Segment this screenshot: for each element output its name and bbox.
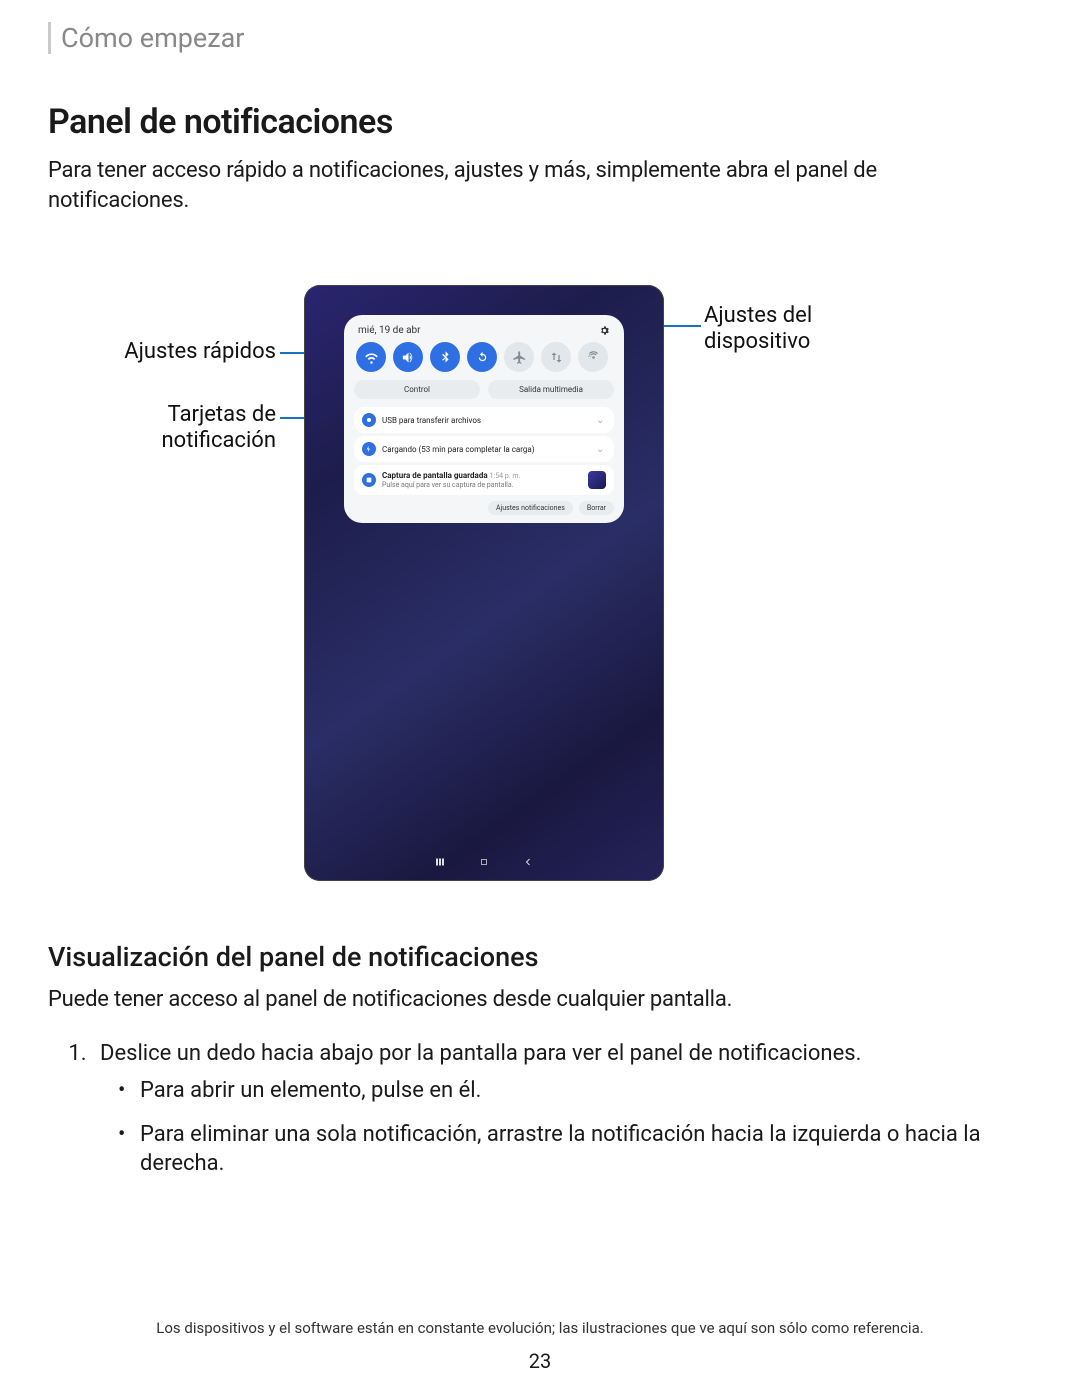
screenshot-thumbnail bbox=[588, 471, 606, 489]
recents-icon[interactable] bbox=[434, 856, 446, 871]
notification-list: USB para transferir archivos ⌄ Cargando … bbox=[354, 407, 614, 495]
notification-card[interactable]: Cargando (53 min para completar la carga… bbox=[354, 436, 614, 462]
callout-device-settings: Ajustes del dispositivo bbox=[704, 303, 904, 354]
updown-icon[interactable] bbox=[541, 342, 571, 372]
notification-title: USB para transferir archivos bbox=[382, 416, 590, 426]
device-mock: mié, 19 de abr Control Salida multimedia bbox=[304, 285, 664, 881]
breadcrumb: Cómo empezar bbox=[48, 22, 1020, 54]
body-paragraph: Puede tener acceso al panel de notificac… bbox=[48, 985, 1020, 1015]
notification-card[interactable]: USB para transferir archivos ⌄ bbox=[354, 407, 614, 433]
steps-list: Deslice un dedo hacia abajo por la panta… bbox=[92, 1041, 1020, 1179]
panel-date: mié, 19 de abr bbox=[358, 325, 421, 336]
notification-panel-figure: Ajustes rápidos Tarjetas de notificación… bbox=[64, 285, 1004, 885]
notification-title: Captura de pantalla guardada bbox=[382, 471, 488, 480]
usb-icon bbox=[362, 413, 376, 427]
bullet-item: Para abrir un elemento, pulse en él. bbox=[136, 1076, 1020, 1106]
sound-icon[interactable] bbox=[393, 342, 423, 372]
airplane-icon[interactable] bbox=[504, 342, 534, 372]
chevron-down-icon: ⌄ bbox=[596, 444, 606, 455]
home-icon[interactable] bbox=[478, 856, 490, 871]
subheading: Visualización del panel de notificacione… bbox=[48, 941, 1020, 973]
notification-subtitle: Pulse aquí para ver su captura de pantal… bbox=[382, 481, 582, 489]
wifi-icon[interactable] bbox=[356, 342, 386, 372]
screenshot-icon bbox=[362, 473, 376, 487]
bullet-item: Para eliminar una sola notificación, arr… bbox=[136, 1120, 1020, 1179]
segment-media[interactable]: Salida multimedia bbox=[488, 380, 614, 399]
callout-quick-settings: Ajustes rápidos bbox=[64, 339, 276, 364]
bluetooth-icon[interactable] bbox=[430, 342, 460, 372]
notification-title: Cargando (53 min para completar la carga… bbox=[382, 445, 590, 455]
notification-panel: mié, 19 de abr Control Salida multimedia bbox=[344, 315, 624, 523]
battery-icon bbox=[362, 442, 376, 456]
notification-timestamp: 1:54 p. m. bbox=[490, 472, 521, 480]
quick-settings-row bbox=[354, 342, 614, 380]
breadcrumb-text: Cómo empezar bbox=[61, 22, 244, 54]
clear-button[interactable]: Borrar bbox=[579, 501, 614, 515]
intro-paragraph: Para tener acceso rápido a notificacione… bbox=[48, 156, 1020, 215]
step-text: Deslice un dedo hacia abajo por la panta… bbox=[100, 1041, 861, 1066]
chevron-down-icon: ⌄ bbox=[596, 415, 606, 426]
segment-row: Control Salida multimedia bbox=[354, 380, 614, 399]
device-navbar bbox=[304, 856, 664, 871]
notification-settings-button[interactable]: Ajustes notificaciones bbox=[488, 501, 573, 515]
notification-text: Captura de pantalla guardada 1:54 p. m. … bbox=[382, 471, 582, 489]
footnote: Los dispositivos y el software están en … bbox=[0, 1319, 1080, 1337]
gear-icon[interactable] bbox=[599, 325, 610, 336]
step-item: Deslice un dedo hacia abajo por la panta… bbox=[92, 1041, 1020, 1179]
panel-footer: Ajustes notificaciones Borrar bbox=[354, 501, 614, 515]
bullet-list: Para abrir un elemento, pulse en él. Par… bbox=[136, 1076, 1020, 1179]
page-title: Panel de notificaciones bbox=[48, 102, 1020, 142]
notification-card[interactable]: Captura de pantalla guardada 1:54 p. m. … bbox=[354, 465, 614, 495]
segment-control[interactable]: Control bbox=[354, 380, 480, 399]
panel-header: mié, 19 de abr bbox=[354, 325, 614, 342]
callout-notification-cards: Tarjetas de notificación bbox=[64, 402, 276, 453]
back-icon[interactable] bbox=[522, 856, 534, 871]
rotate-icon[interactable] bbox=[467, 342, 497, 372]
antenna-icon[interactable] bbox=[578, 342, 608, 372]
page-number: 23 bbox=[0, 1349, 1080, 1373]
